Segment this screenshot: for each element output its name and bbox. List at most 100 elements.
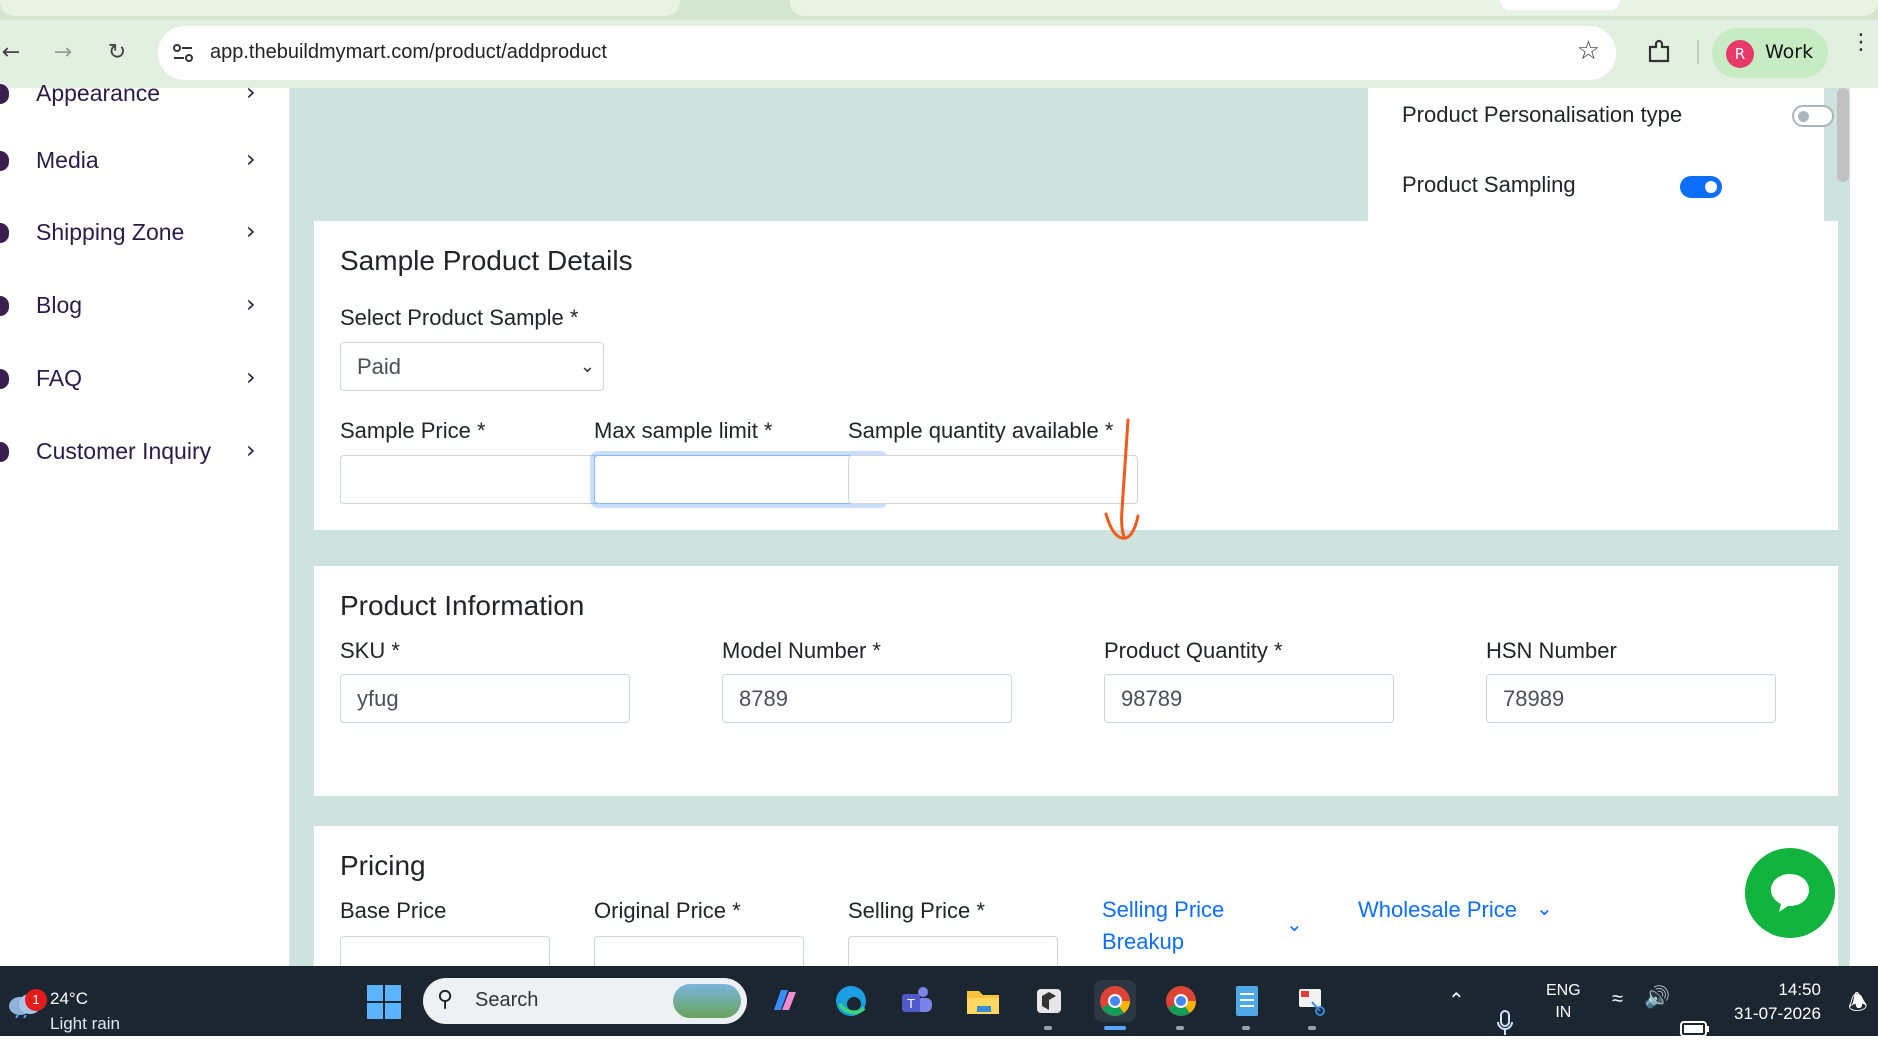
snipping-tool-icon[interactable] <box>1292 980 1334 1022</box>
chrome-icon[interactable] <box>1160 980 1202 1022</box>
select-sample-label: Select Product Sample * <box>340 305 579 330</box>
toolbar-divider <box>1697 40 1699 64</box>
product-quantity-input[interactable]: 98789 <box>1104 674 1394 723</box>
bookmark-star-icon[interactable]: ☆ <box>1577 36 1600 66</box>
sample-price-input[interactable] <box>340 455 604 504</box>
taskbar-search[interactable]: ⚲ Search <box>423 978 747 1024</box>
tab-strip <box>0 0 1878 20</box>
volume-icon[interactable]: 🔊 <box>1644 986 1670 1056</box>
faq-icon <box>0 369 9 389</box>
app-running-indicator <box>1308 1026 1316 1030</box>
address-bar[interactable]: app.thebuildmymart.com/product/addproduc… <box>158 26 1616 80</box>
product-information-card: Product Information SKU * yfug Model Num… <box>314 566 1838 796</box>
tray-overflow-chevron-icon[interactable]: ⌃ <box>1448 988 1465 1058</box>
chat-bubble-icon <box>1771 874 1809 912</box>
sidebar-item-label: Blog <box>36 292 83 318</box>
chevron-right-icon: › <box>246 217 256 245</box>
app-box-icon[interactable] <box>1028 980 1070 1022</box>
notification-badge: 1 <box>25 989 47 1011</box>
product-sample-select[interactable]: Paid ⌄ <box>340 342 604 391</box>
time: 14:50 <box>1778 980 1821 999</box>
browser-menu-icon[interactable]: ⋮ <box>1850 32 1872 54</box>
chevron-down-icon[interactable]: ⌄ <box>1536 896 1553 920</box>
sidebar-item-appearance[interactable]: Appearance › <box>0 74 270 118</box>
base-price-input[interactable] <box>340 936 550 966</box>
chat-widget-button[interactable] <box>1745 848 1835 938</box>
input-language[interactable]: ENG IN <box>1546 980 1581 1050</box>
windows-start-icon[interactable] <box>366 984 402 1020</box>
personalisation-toggle[interactable] <box>1792 105 1834 127</box>
back-icon[interactable]: ← <box>0 38 26 68</box>
product-sample-value: Paid <box>357 354 402 379</box>
annotation-arrow-icon <box>1104 418 1140 540</box>
system-clock[interactable]: 14:50 31-07-2026 <box>1734 978 1821 1026</box>
profile-button[interactable]: R Work <box>1712 28 1828 78</box>
extensions-icon[interactable] <box>1645 38 1673 66</box>
forward-icon[interactable]: → <box>48 38 78 68</box>
sidebar-item-label: Media <box>36 147 99 173</box>
battery-icon[interactable] <box>1680 994 1710 1064</box>
sampling-toggle[interactable] <box>1680 176 1722 198</box>
product-quantity-label: Product Quantity * <box>1104 638 1283 663</box>
model-number-label: Model Number * <box>722 638 881 663</box>
region-code: IN <box>1555 1004 1572 1021</box>
main-content: Product Personalisation type Product Sam… <box>290 88 1850 966</box>
sku-label: SKU * <box>340 638 400 663</box>
sidebar-item-faq[interactable]: FAQ › <box>0 359 270 403</box>
copilot-icon[interactable] <box>764 980 806 1022</box>
search-highlight-image <box>673 984 741 1018</box>
sample-quantity-input[interactable] <box>848 455 1138 504</box>
scrollbar-thumb[interactable] <box>1837 88 1849 182</box>
pricing-title: Pricing <box>340 850 426 881</box>
chrome-icon-active[interactable] <box>1094 980 1136 1022</box>
original-price-input[interactable] <box>594 936 804 966</box>
chevron-down-icon[interactable]: ⌄ <box>1286 912 1303 936</box>
product-information-title: Product Information <box>340 590 585 621</box>
sku-input[interactable]: yfug <box>340 674 630 723</box>
notifications-bell-icon[interactable]: 🕭 <box>1848 986 1868 1056</box>
search-icon: ⚲ <box>437 986 454 1011</box>
hsn-number-input[interactable]: 78989 <box>1486 674 1776 723</box>
sample-quantity-label: Sample quantity available * <box>848 418 1114 443</box>
profile-label: Work <box>1765 41 1814 63</box>
chevron-right-icon: › <box>246 436 256 464</box>
headset-icon <box>0 442 9 462</box>
microphone-icon[interactable] <box>1496 988 1514 1058</box>
search-placeholder: Search <box>475 989 539 1011</box>
app-active-indicator <box>1104 1026 1126 1030</box>
app-running-indicator <box>1044 1026 1052 1030</box>
model-number-input[interactable]: 8789 <box>722 674 1012 723</box>
sidebar-item-blog[interactable]: Blog › <box>0 286 270 330</box>
teams-icon[interactable]: T <box>896 980 938 1022</box>
app-running-indicator <box>1176 1026 1184 1030</box>
chevron-right-icon: › <box>246 363 256 391</box>
selling-price-breakup-toggle[interactable]: Selling Price Breakup <box>1102 894 1224 958</box>
max-sample-limit-input[interactable] <box>594 455 884 504</box>
edge-icon[interactable] <box>830 980 872 1022</box>
wholesale-price-toggle[interactable]: Wholesale Price <box>1358 894 1517 926</box>
reload-icon[interactable]: ↻ <box>102 38 132 68</box>
browser-tab[interactable] <box>790 0 1878 16</box>
sidebar-item-label: Customer Inquiry <box>36 438 212 464</box>
chevron-right-icon: › <box>246 78 256 106</box>
url-text[interactable]: app.thebuildmymart.com/product/addproduc… <box>210 41 607 64</box>
sidebar-item-label: FAQ <box>36 365 83 391</box>
browser-tab[interactable] <box>0 0 680 16</box>
blog-icon <box>0 296 9 316</box>
avatar: R <box>1726 40 1754 68</box>
sidebar-item-customer-inquiry[interactable]: Customer Inquiry › <box>0 432 270 476</box>
app-running-indicator <box>1242 1026 1250 1030</box>
wifi-icon[interactable]: ≈ <box>1612 988 1623 1058</box>
selling-price-input[interactable] <box>848 936 1058 966</box>
sidebar-item-media[interactable]: Media › <box>0 141 270 185</box>
media-icon <box>0 151 9 171</box>
sidebar: Appearance › Media › Shipping Zone › Blo… <box>0 78 290 966</box>
sidebar-item-shipping-zone[interactable]: Shipping Zone › <box>0 213 270 257</box>
product-options-card: Product Personalisation type Product Sam… <box>1368 88 1834 221</box>
notepad-icon[interactable] <box>1226 980 1268 1022</box>
chevron-right-icon: › <box>246 145 256 173</box>
browser-tab-active[interactable] <box>1500 0 1620 10</box>
language-code: ENG <box>1546 982 1581 999</box>
site-settings-icon[interactable] <box>170 40 196 66</box>
file-explorer-icon[interactable] <box>962 980 1004 1022</box>
